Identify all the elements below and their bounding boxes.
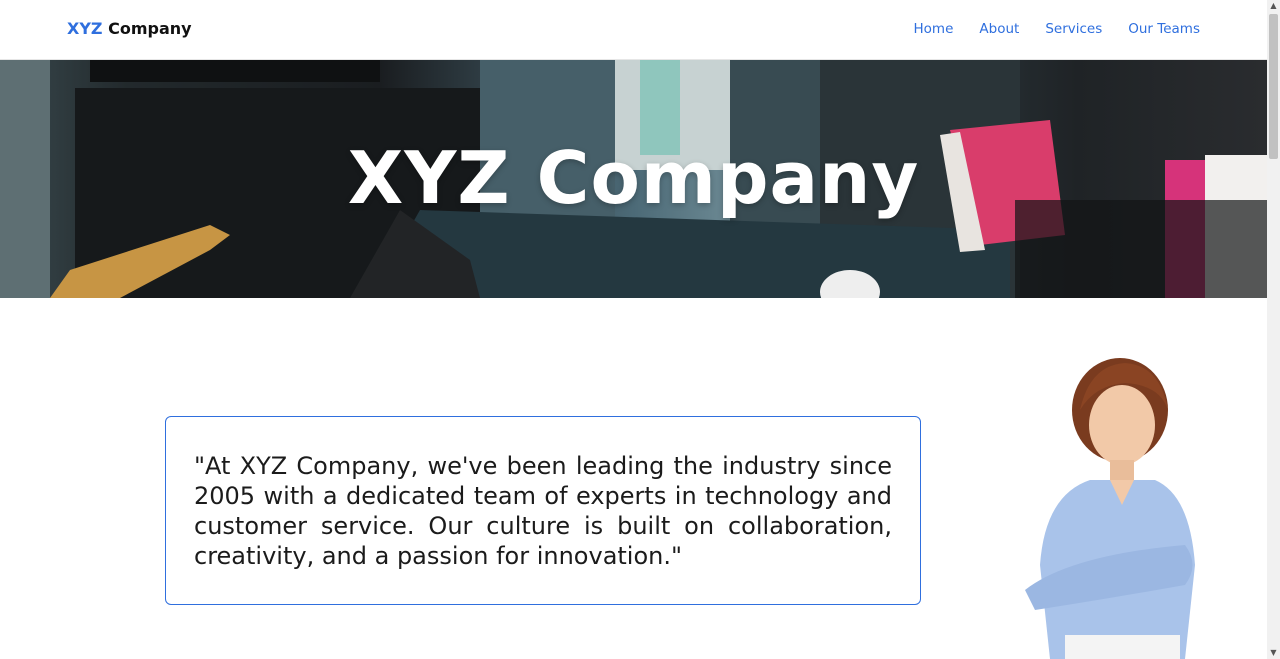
nav-link-home[interactable]: Home: [914, 21, 954, 37]
nav-link-our-teams[interactable]: Our Teams: [1128, 21, 1200, 37]
nav-link-services[interactable]: Services: [1045, 21, 1102, 37]
vertical-scrollbar[interactable]: ▲ ▼: [1267, 0, 1280, 659]
nav-link-about[interactable]: About: [979, 21, 1019, 37]
scrollbar-thumb[interactable]: [1269, 14, 1278, 159]
triangle-up-icon[interactable]: ▲: [1267, 0, 1280, 12]
hero-banner: XYZ Company: [0, 60, 1267, 298]
triangle-down-icon[interactable]: ▼: [1267, 647, 1280, 659]
main-nav: Home About Services Our Teams: [914, 21, 1200, 37]
brand-rest: Company: [102, 19, 192, 38]
hero-title: XYZ Company: [347, 136, 920, 220]
brand-logo[interactable]: XYZ Company: [67, 19, 192, 38]
navbar: XYZ Company Home About Services Our Team…: [0, 0, 1267, 60]
quote-text: "At XYZ Company, we've been leading the …: [194, 452, 892, 570]
brand-accent: XYZ: [67, 19, 103, 38]
quote-card: "At XYZ Company, we've been leading the …: [165, 416, 921, 605]
person-photo: [1025, 358, 1195, 659]
